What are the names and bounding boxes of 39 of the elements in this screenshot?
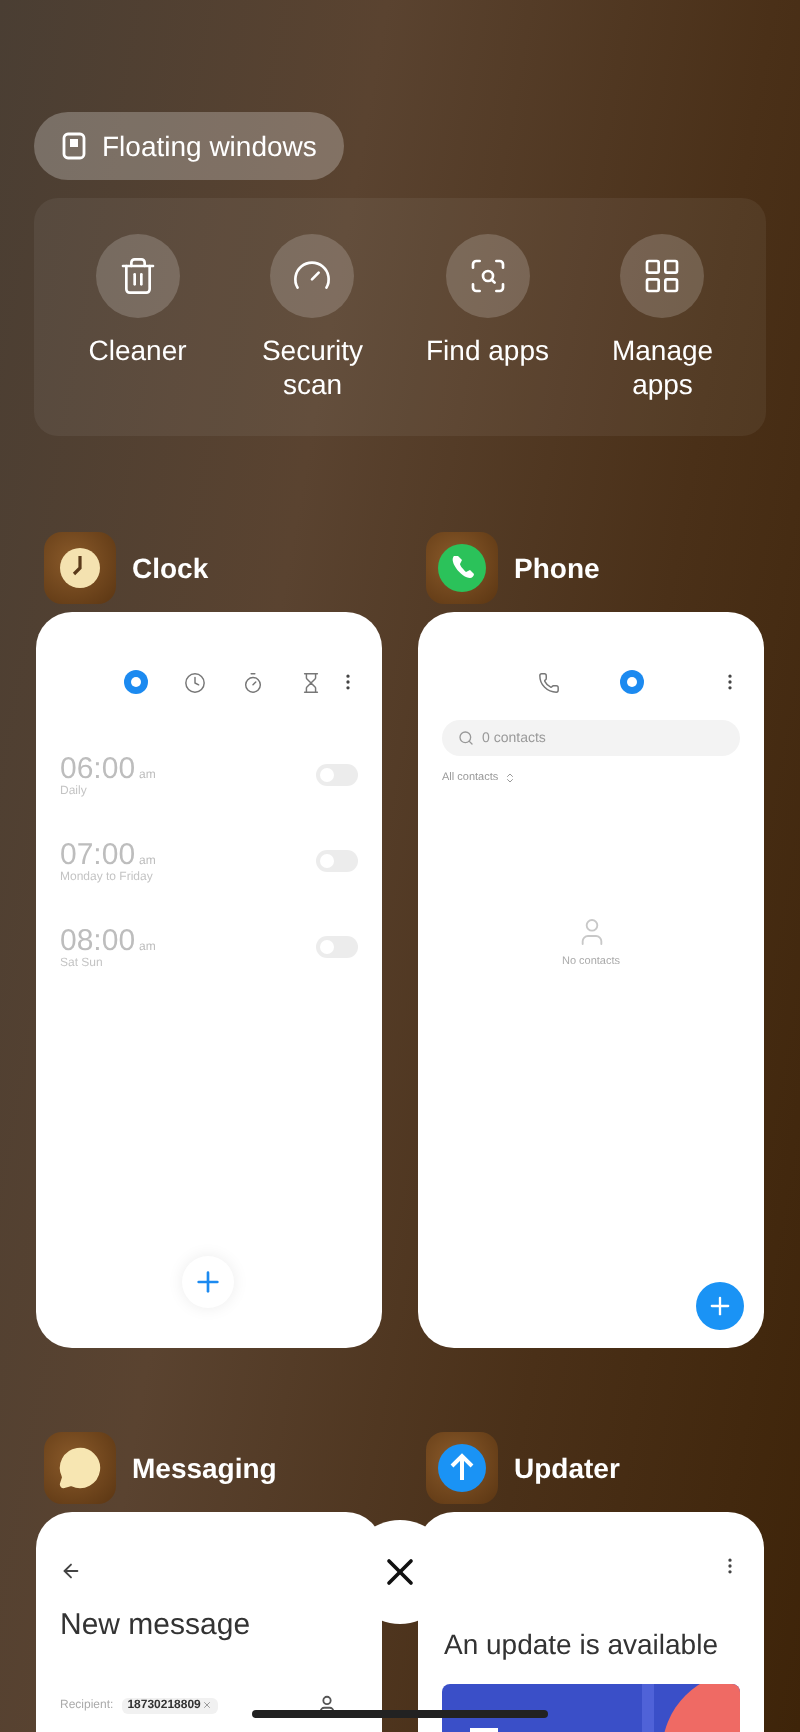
window-icon — [62, 132, 86, 160]
alarm-time: 06:00 — [60, 752, 136, 786]
screen-title: New message — [60, 1608, 253, 1642]
security-button[interactable] — [270, 234, 355, 318]
contact-tab[interactable] — [620, 670, 644, 694]
plus-icon — [706, 1292, 734, 1320]
alarm-clock-tab[interactable] — [124, 670, 148, 694]
app-name: Phone — [514, 552, 600, 584]
stopwatch-tab[interactable] — [242, 671, 264, 693]
app-name: Messaging — [132, 1452, 277, 1484]
floating-windows-button[interactable]: Floating windows — [34, 112, 345, 180]
cleaner-button[interactable] — [95, 234, 180, 318]
upload-icon — [438, 1444, 486, 1492]
phone-icon — [438, 544, 486, 592]
updater-window-preview[interactable]: An update is available — [418, 1512, 764, 1732]
trash-icon — [117, 256, 158, 296]
alarm-time: 08:00 — [60, 924, 136, 958]
plus-icon — [192, 1266, 224, 1298]
grid-icon — [642, 256, 683, 296]
app-name: Updater — [514, 1452, 620, 1484]
add-button[interactable] — [696, 1282, 744, 1330]
phone-tab[interactable] — [538, 671, 560, 693]
alarm-time: 07:00 — [60, 838, 136, 872]
tool-label: Security scan — [259, 334, 366, 402]
app-name: Clock — [132, 552, 209, 584]
find-button[interactable] — [445, 234, 530, 318]
add-button[interactable] — [182, 1256, 234, 1308]
tool-label: Find apps — [426, 334, 549, 368]
back-icon[interactable] — [60, 1560, 82, 1582]
screen-title: An update is available — [444, 1628, 720, 1660]
tool-label: Manage apps — [609, 334, 716, 402]
chat-bubble-icon — [58, 1446, 102, 1490]
search-icon — [458, 730, 474, 746]
clock-icon — [58, 546, 102, 590]
manage-button[interactable] — [620, 234, 705, 318]
hourglass-tab[interactable] — [300, 671, 322, 693]
tool-label: Cleaner — [88, 334, 187, 368]
search-icon — [467, 256, 508, 296]
clock-tab[interactable] — [184, 671, 206, 693]
